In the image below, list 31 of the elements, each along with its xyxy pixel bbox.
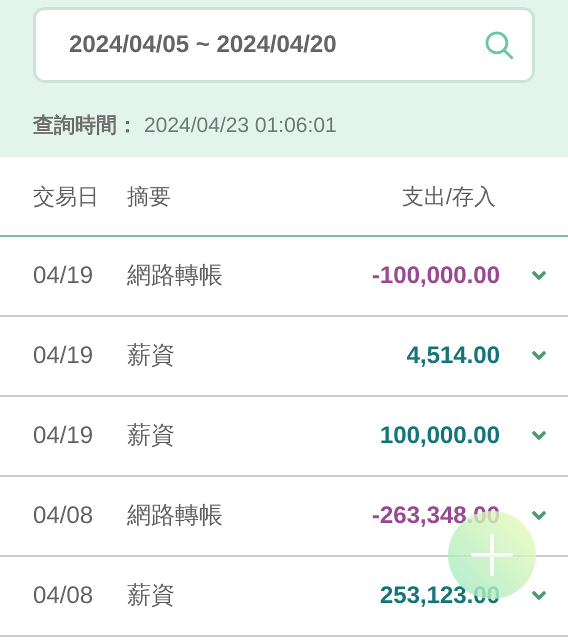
transaction-row[interactable]: 04/19 薪資 100,000.00 xyxy=(0,397,568,477)
table-cell-text: 04/08 xyxy=(33,581,94,611)
amount-cell-text: -263,348.00 xyxy=(372,501,500,531)
table-cell-text: 薪資 xyxy=(127,581,175,611)
table-cell-text: 薪資 xyxy=(127,341,175,371)
date-range-text: 2024/04/05 ~ 2024/04/20 xyxy=(69,30,337,60)
table-cell-text: 04/19 xyxy=(33,261,94,291)
amount-cell-text: 253,123.00 xyxy=(380,581,500,611)
transaction-row[interactable]: 04/19 網路轉帳 -100,000.00 xyxy=(0,237,568,317)
plus-icon xyxy=(470,533,514,577)
chevron-down-icon[interactable] xyxy=(532,591,546,601)
query-time-label: 查詢時間： xyxy=(33,113,138,139)
transaction-row[interactable]: 04/19 薪資 4,514.00 xyxy=(0,317,568,397)
column-header: 交易日 xyxy=(33,182,100,210)
chevron-down-icon[interactable] xyxy=(532,351,546,361)
query-time-value: 2024/04/23 01:06:01 xyxy=(144,113,337,139)
table-cell-text: 薪資 xyxy=(127,421,175,451)
chevron-down-icon[interactable] xyxy=(532,271,546,281)
amount-cell-text: -100,000.00 xyxy=(372,261,500,291)
column-header: 摘要 xyxy=(127,182,171,210)
chevron-down-icon[interactable] xyxy=(532,431,546,441)
table-cell-text: 網路轉帳 xyxy=(127,501,223,531)
column-header: 支出/存入 xyxy=(402,182,496,210)
chevron-down-icon[interactable] xyxy=(532,511,546,521)
table-cell-text: 04/19 xyxy=(33,421,94,451)
table-cell-text: 04/19 xyxy=(33,341,94,371)
amount-cell-text: 100,000.00 xyxy=(380,421,500,451)
amount-cell-text: 4,514.00 xyxy=(406,341,500,371)
table-cell-text: 網路轉帳 xyxy=(127,261,223,291)
table-cell-text: 04/08 xyxy=(33,501,94,531)
date-range-field[interactable]: 2024/04/05 ~ 2024/04/20 xyxy=(33,7,535,83)
